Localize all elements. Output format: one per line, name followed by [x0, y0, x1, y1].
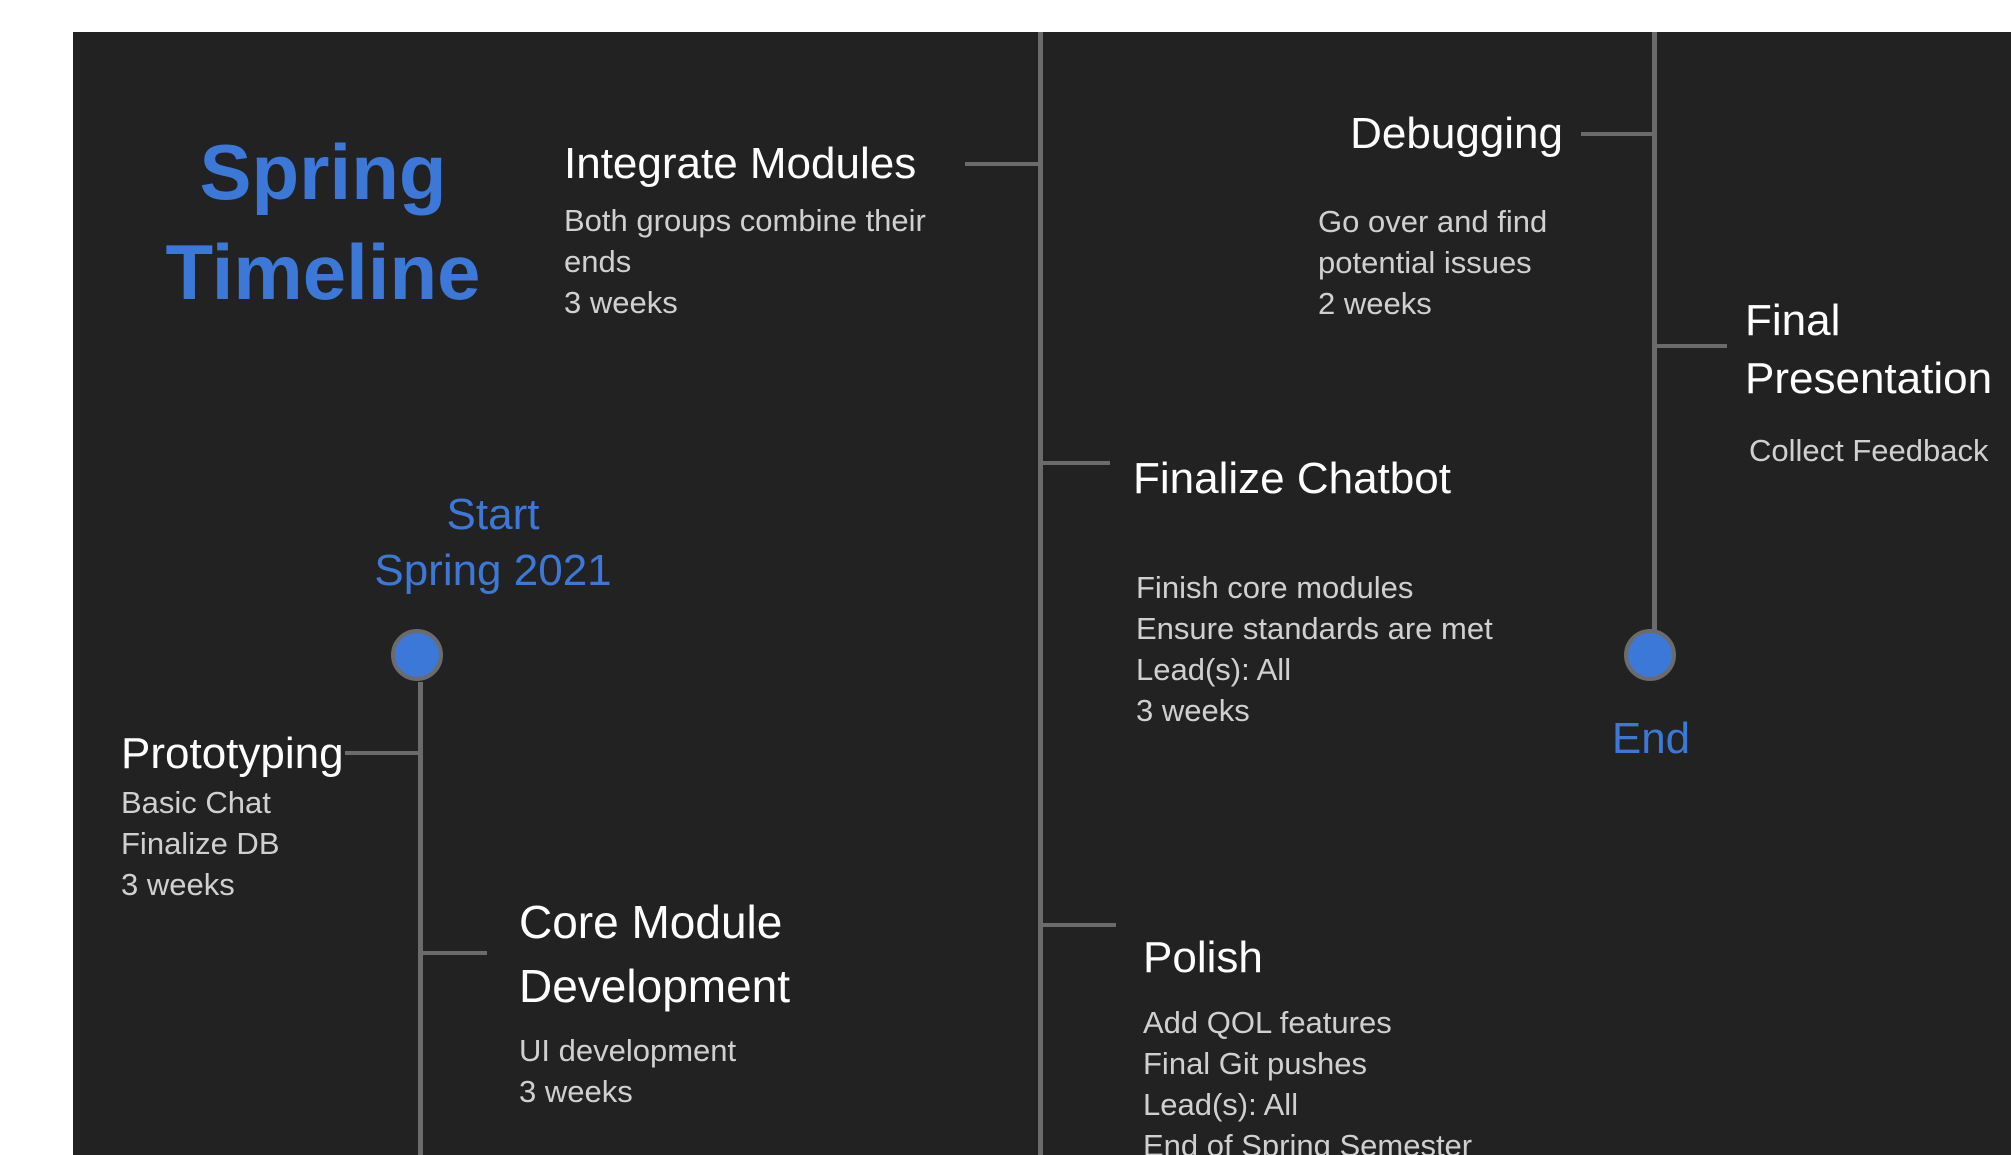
milestone-detail: 3 weeks	[519, 1074, 633, 1109]
timeline-slide: Spring Timeline Start Spring 2021 End Pr…	[73, 32, 2011, 1155]
milestone-details: UI development 3 weeks	[519, 1030, 849, 1112]
milestone-detail: Lead(s): All	[1136, 652, 1292, 687]
milestone-integrate-modules: Integrate Modules Both groups combine th…	[564, 136, 974, 323]
milestone-title: Integrate Modules	[564, 139, 917, 188]
milestone-title: Core Module Development	[519, 896, 791, 1012]
milestone-debugging-details: Go over and find potential issues 2 week…	[1318, 201, 1618, 324]
connector-debugging	[1581, 132, 1654, 136]
start-label-line2: Spring 2021	[374, 546, 612, 595]
end-label: End	[1611, 714, 1691, 763]
milestone-detail: Finish core modules	[1136, 570, 1414, 605]
milestone-detail: Collect Feedback	[1749, 433, 1989, 468]
connector-finalize-chatbot	[1041, 461, 1110, 465]
milestone-prototyping: Prototyping Basic Chat Finalize DB 3 wee…	[121, 726, 344, 905]
connector-polish	[1041, 923, 1116, 927]
milestone-title: Final Presentation	[1745, 296, 1993, 403]
connector-core-module	[421, 951, 487, 955]
milestone-details: Collect Feedback	[1749, 430, 2005, 471]
milestone-title: Finalize Chatbot	[1133, 454, 1451, 503]
slide-title: Spring Timeline	[133, 122, 513, 322]
connector-integrate-modules	[965, 162, 1040, 166]
slide-title-line1: Spring	[199, 128, 447, 216]
milestone-detail: Final Git pushes	[1143, 1046, 1367, 1081]
milestone-details: Finish core modules Ensure standards are…	[1136, 567, 1493, 731]
milestone-details: Add QOL features Final Git pushes Lead(s…	[1143, 1002, 1472, 1155]
timeline-line-middle	[1038, 32, 1043, 1155]
milestone-title: Prototyping	[121, 729, 344, 778]
milestone-detail: 3 weeks	[121, 867, 235, 902]
milestone-detail: End of Spring Semester	[1143, 1128, 1473, 1155]
connector-prototyping	[345, 751, 421, 755]
milestone-detail: Finalize DB	[121, 826, 280, 861]
start-label-line1: Start	[446, 490, 540, 539]
milestone-polish: Polish Add QOL features Final Git pushes…	[1143, 930, 1472, 1155]
milestone-detail: Go over and find potential issues	[1318, 204, 1548, 280]
start-label: Start Spring 2021	[293, 487, 693, 599]
milestone-details: Basic Chat Finalize DB 3 weeks	[121, 782, 344, 905]
slide-title-line2: Timeline	[165, 228, 481, 316]
milestone-core-module-development: Core Module Development UI development 3…	[519, 890, 849, 1112]
milestone-detail: 3 weeks	[1136, 693, 1250, 728]
start-dot	[391, 629, 443, 681]
milestone-detail: Basic Chat	[121, 785, 271, 820]
connector-final-presentation	[1655, 344, 1727, 348]
milestone-details: Both groups combine their ends 3 weeks	[564, 200, 974, 323]
milestone-title: Polish	[1143, 933, 1263, 982]
end-dot	[1624, 629, 1676, 681]
milestone-detail: Lead(s): All	[1143, 1087, 1299, 1122]
milestone-detail: Add QOL features	[1143, 1005, 1392, 1040]
milestone-detail: 3 weeks	[564, 285, 678, 320]
milestone-detail: UI development	[519, 1033, 737, 1068]
milestone-detail: Ensure standards are met	[1136, 611, 1493, 646]
milestone-finalize-chatbot: Finalize Chatbot Finish core modules Ens…	[1133, 451, 1493, 731]
milestone-final-presentation: Final Presentation Collect Feedback	[1745, 292, 2005, 471]
milestone-detail: Both groups combine their ends	[564, 203, 926, 279]
milestone-debugging-title: Debugging	[1350, 109, 1563, 158]
milestone-detail: 2 weeks	[1318, 286, 1432, 321]
